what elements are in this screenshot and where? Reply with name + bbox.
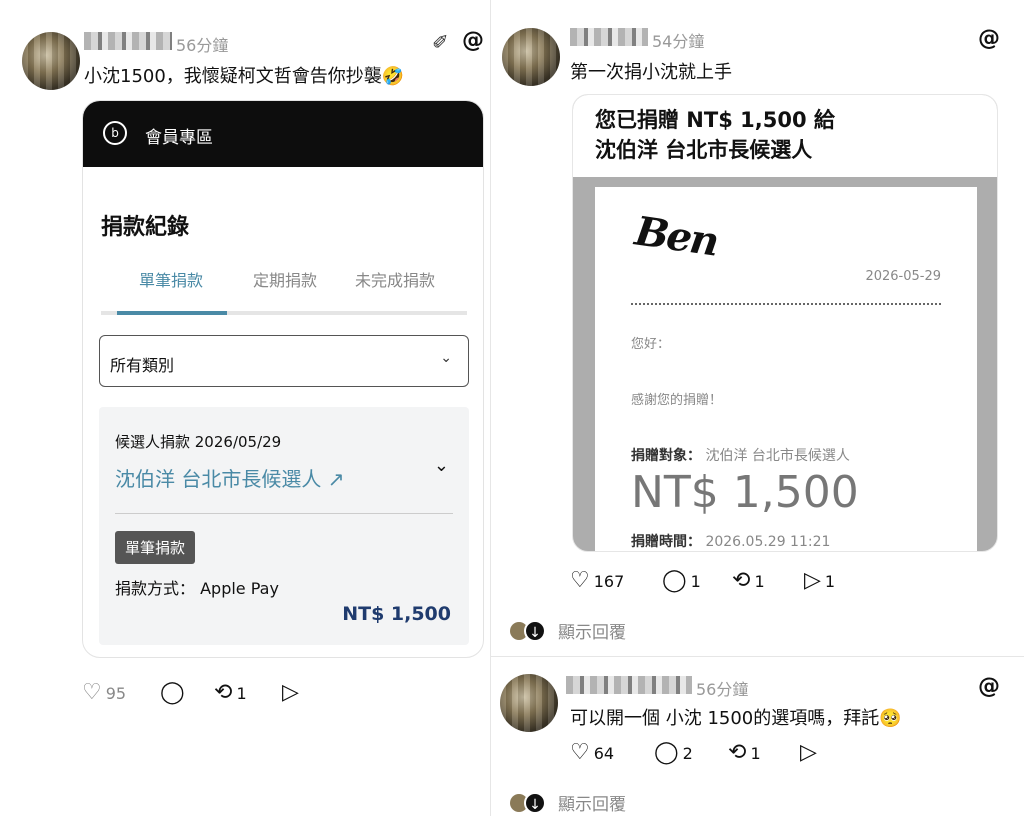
- avatar[interactable]: [500, 674, 558, 732]
- show-replies-button[interactable]: ↓ 顯示回覆: [510, 790, 626, 815]
- like-button[interactable]: ♡ 167: [570, 570, 624, 592]
- chevron-down-icon[interactable]: ⌄: [434, 455, 449, 476]
- threads-icon[interactable]: @: [978, 26, 1000, 51]
- comment-button[interactable]: ◯: [160, 682, 185, 704]
- share-button[interactable]: ▷: [282, 682, 299, 704]
- donation-time: 捐贈時間： 2026.05.29 11:21: [631, 534, 831, 550]
- record-target-link[interactable]: 沈伯洋 台北市長候選人 ↗: [115, 463, 344, 492]
- comment-button[interactable]: ◯ 1: [662, 570, 701, 592]
- comment-button[interactable]: ◯ 2: [654, 742, 693, 764]
- reply-avatars: ↓: [510, 619, 550, 642]
- thanks-text: 感謝您的捐贈！: [631, 393, 723, 408]
- payment-method: 捐款方式： Apple Pay: [115, 579, 279, 598]
- member-header: b 會員專區: [83, 101, 483, 167]
- dotted-divider: [631, 303, 941, 305]
- status-badge: 單筆捐款: [115, 531, 196, 564]
- donation-amount: NT$ 1,500: [342, 603, 451, 625]
- tab-underline: [101, 311, 467, 315]
- post-divider: [490, 656, 1024, 657]
- username-blurred[interactable]: [570, 28, 648, 46]
- repost-icon: ⟲: [732, 568, 751, 593]
- post-timestamp: 56分鐘: [176, 36, 229, 55]
- header-title: 會員專區: [145, 128, 213, 148]
- logo-icon: b: [103, 121, 127, 145]
- receipt-email: Ben 2026-05-29 您好： 感謝您的捐贈！ 捐贈對象： 沈伯洋 台北市…: [595, 187, 977, 551]
- repost-button[interactable]: ⟲ 1: [728, 742, 761, 764]
- chevron-down-icon: ⌄: [440, 350, 452, 366]
- record-type-date: 候選人捐款 2026/05/29: [115, 433, 282, 451]
- share-button[interactable]: ▷: [800, 742, 817, 764]
- send-icon: ▷: [282, 680, 299, 705]
- comment-icon: ◯: [160, 680, 185, 705]
- repost-icon: ⟲: [728, 740, 747, 765]
- receipt-date: 2026-05-29: [865, 269, 941, 284]
- heart-icon: ♡: [82, 680, 102, 705]
- edit-icon[interactable]: ✐: [432, 30, 449, 54]
- post-text: 小沈1500，我懷疑柯文哲會告你抄襲🤣: [84, 66, 405, 87]
- donation-record-screenshot[interactable]: b 會員專區 捐款紀錄 單筆捐款 定期捐款 未完成捐款 所有類別 ⌄ 候選人捐款…: [82, 100, 484, 658]
- reply-avatars: ↓: [510, 791, 550, 814]
- category-select[interactable]: 所有類別 ⌄: [99, 335, 469, 387]
- receipt-title: 您已捐贈 NT$ 1,500 給 沈伯洋 台北市長候選人: [573, 95, 997, 177]
- select-value: 所有類別: [110, 356, 175, 375]
- heart-icon: ♡: [570, 740, 590, 765]
- donation-receipt-screenshot[interactable]: 您已捐贈 NT$ 1,500 給 沈伯洋 台北市長候選人 Ben 2026-05…: [572, 94, 998, 552]
- show-replies-button[interactable]: ↓ 顯示回覆: [510, 618, 626, 643]
- ben-logo: Ben: [632, 207, 721, 266]
- tab-single-donation[interactable]: 單筆捐款: [139, 267, 203, 291]
- donation-target: 捐贈對象： 沈伯洋 台北市長候選人: [631, 448, 850, 464]
- share-button[interactable]: ▷ 1: [804, 570, 835, 592]
- repost-button[interactable]: ⟲ 1: [214, 682, 247, 704]
- avatar[interactable]: [502, 28, 560, 86]
- send-icon: ▷: [804, 568, 821, 593]
- repost-icon: ⟲: [214, 680, 233, 705]
- tab-incomplete-donation[interactable]: 未完成捐款: [355, 267, 435, 291]
- post-text: 第一次捐小沈就上手: [570, 62, 732, 83]
- threads-icon[interactable]: @: [978, 674, 1000, 699]
- donation-amount: NT$ 1,500: [631, 467, 859, 518]
- repost-button[interactable]: ⟲ 1: [732, 570, 765, 592]
- post-timestamp: 54分鐘: [652, 32, 705, 51]
- page-title: 捐款紀錄: [101, 215, 190, 240]
- send-icon: ▷: [800, 740, 817, 765]
- like-button[interactable]: ♡ 95: [82, 682, 126, 704]
- greeting: 您好：: [631, 337, 671, 352]
- heart-icon: ♡: [570, 568, 590, 593]
- post-text: 可以開一個 小沈 1500的選項嗎，拜託🥺: [570, 708, 902, 729]
- username-blurred[interactable]: [566, 676, 692, 694]
- post-timestamp: 56分鐘: [696, 680, 749, 699]
- comment-icon: ◯: [654, 740, 679, 765]
- donation-record[interactable]: 候選人捐款 2026/05/29 沈伯洋 台北市長候選人 ↗ ⌄ 單筆捐款 捐款…: [99, 407, 469, 645]
- avatar[interactable]: [22, 32, 80, 90]
- like-button[interactable]: ♡ 64: [570, 742, 614, 764]
- username-blurred[interactable]: [84, 32, 172, 50]
- threads-icon[interactable]: @: [462, 28, 484, 53]
- divider: [115, 513, 453, 514]
- column-divider: [490, 0, 491, 816]
- tab-recurring-donation[interactable]: 定期捐款: [253, 267, 317, 291]
- comment-icon: ◯: [662, 568, 687, 593]
